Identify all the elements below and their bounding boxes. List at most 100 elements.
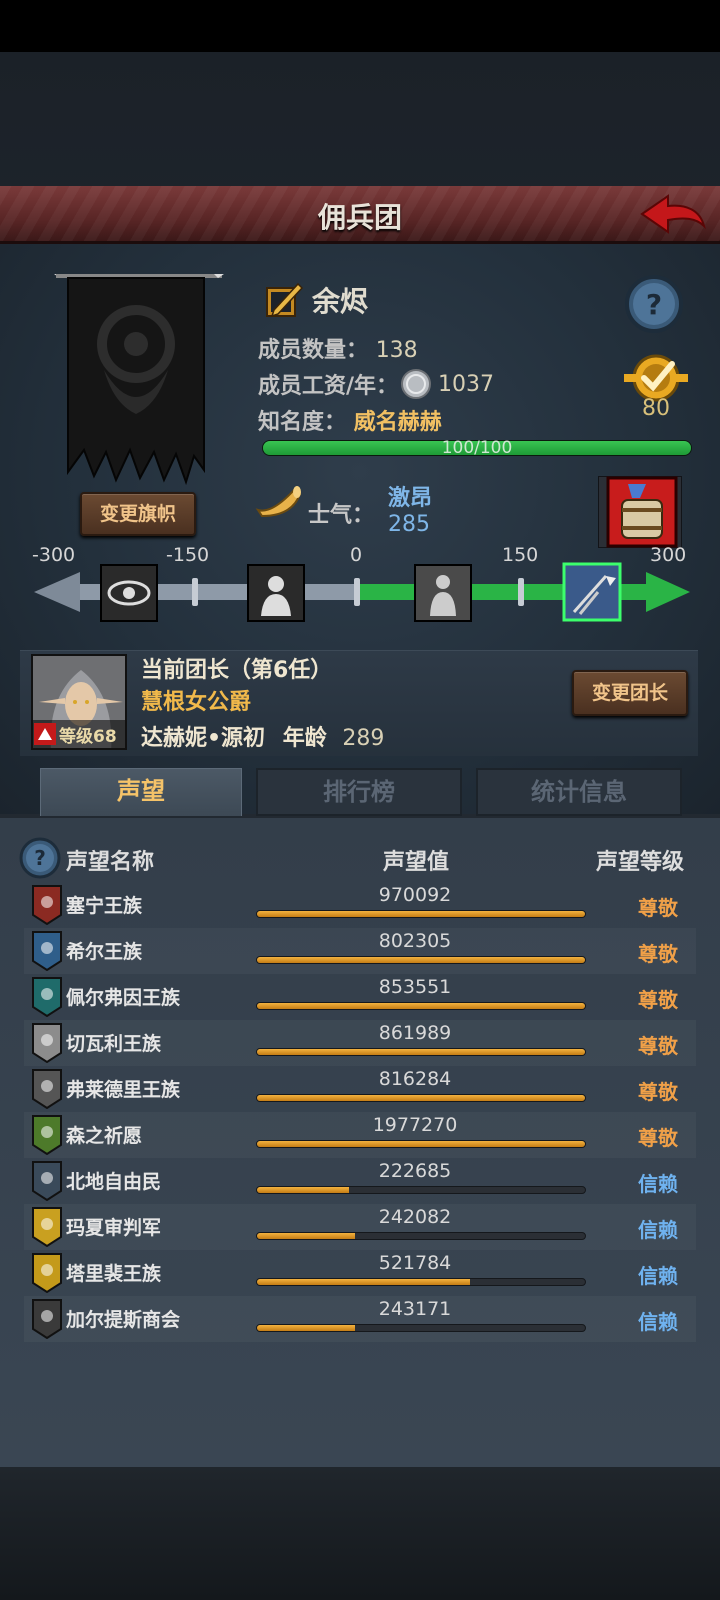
reputation-level: 信赖 bbox=[638, 1218, 678, 1242]
reputation-progress-fill bbox=[257, 1233, 356, 1239]
reputation-level: 尊敬 bbox=[638, 988, 678, 1012]
reputation-progress-fill bbox=[257, 1279, 471, 1285]
medal-value: 80 bbox=[642, 396, 670, 421]
class-icon bbox=[34, 723, 56, 745]
svg-text:?: ? bbox=[646, 288, 662, 321]
list-item[interactable]: 弗莱德里王族 816284 尊敬 bbox=[24, 1066, 696, 1112]
reputation-progress-bar bbox=[256, 1278, 586, 1286]
horn-icon bbox=[255, 486, 302, 518]
fame-line: 知名度： 威名赫赫 bbox=[258, 404, 442, 436]
morale-label: 士气： bbox=[308, 503, 375, 528]
help-icon[interactable]: ? bbox=[624, 274, 684, 334]
reputation-level: 信赖 bbox=[638, 1264, 678, 1288]
reputation-level: 信赖 bbox=[638, 1310, 678, 1334]
status-bar-area bbox=[0, 0, 720, 52]
faction-emblem-icon bbox=[32, 1023, 62, 1063]
fame-progress-text: 100/100 bbox=[441, 438, 513, 458]
faction-name: 塞宁王族 bbox=[66, 895, 143, 917]
scale-label-min: -300 bbox=[32, 544, 76, 566]
reputation-value: 1977270 bbox=[372, 1114, 458, 1136]
reputation-progress-bar bbox=[256, 1232, 586, 1240]
morale-eye-icon bbox=[100, 564, 158, 622]
reputation-help-icon[interactable]: ? bbox=[18, 836, 62, 880]
wine-barrel-icon[interactable] bbox=[606, 476, 678, 548]
faction-name: 玛夏审判军 bbox=[66, 1217, 162, 1239]
change-flag-button[interactable]: 变更旗帜 bbox=[80, 492, 196, 536]
leader-name-line: 达赫妮•源初 年龄 289 bbox=[141, 720, 384, 752]
col-header-name: 声望名称 bbox=[66, 850, 155, 875]
reputation-progress-bar bbox=[256, 1324, 586, 1332]
leader-title: 当前团长（第6任） bbox=[141, 658, 333, 683]
reputation-level: 尊敬 bbox=[638, 1126, 678, 1150]
morale-scale: -300 -150 0 150 300 bbox=[0, 544, 720, 626]
reputation-value: 802305 bbox=[378, 930, 452, 952]
list-item[interactable]: 切瓦利王族 861989 尊敬 bbox=[24, 1020, 696, 1066]
change-leader-button[interactable]: 变更团长 bbox=[572, 670, 688, 716]
tab-statistics[interactable]: 统计信息 bbox=[476, 768, 682, 816]
scale-label-150: 150 bbox=[502, 544, 539, 566]
guild-banner-flag bbox=[54, 274, 224, 486]
scale-label-zero: 0 bbox=[350, 544, 363, 566]
guild-name: 余烬 bbox=[312, 285, 369, 318]
faction-name: 塔里裴王族 bbox=[66, 1263, 162, 1285]
rename-icon[interactable] bbox=[264, 280, 304, 320]
reputation-value: 222685 bbox=[378, 1160, 452, 1182]
faction-name: 森之祈愿 bbox=[66, 1125, 143, 1147]
faction-name: 佩尔弗因王族 bbox=[66, 987, 181, 1009]
svg-text:?: ? bbox=[34, 846, 46, 870]
faction-emblem-icon bbox=[32, 1115, 62, 1155]
faction-name: 弗莱德里王族 bbox=[66, 1079, 181, 1101]
leader-level: 等级68 bbox=[59, 726, 117, 747]
list-item[interactable]: 加尔提斯商会 243171 信赖 bbox=[24, 1296, 696, 1342]
silver-coin-icon bbox=[401, 369, 432, 399]
reputation-value: 861989 bbox=[378, 1022, 452, 1044]
faction-emblem-icon bbox=[32, 977, 62, 1017]
reputation-progress-fill bbox=[257, 1049, 585, 1055]
faction-emblem-icon bbox=[32, 1207, 62, 1247]
list-item[interactable]: 佩尔弗因王族 853551 尊敬 bbox=[24, 974, 696, 1020]
faction-emblem-icon bbox=[32, 1253, 62, 1293]
reputation-progress-fill bbox=[257, 1325, 356, 1331]
reputation-value: 816284 bbox=[378, 1068, 452, 1090]
col-header-level: 声望等级 bbox=[596, 850, 685, 875]
morale-state: 激昂 bbox=[388, 486, 433, 511]
list-item[interactable]: 玛夏审判军 242082 信赖 bbox=[24, 1204, 696, 1250]
reputation-progress-fill bbox=[257, 957, 585, 963]
col-header-value: 声望值 bbox=[383, 850, 450, 875]
bottom-area bbox=[0, 1467, 720, 1600]
reputation-progress-bar bbox=[256, 1002, 586, 1010]
scale-label-max: 300 bbox=[650, 544, 687, 566]
leader-age-label: 年龄 bbox=[282, 726, 327, 751]
reputation-progress-bar bbox=[256, 910, 586, 918]
reputation-progress-fill bbox=[257, 1141, 585, 1147]
reputation-level: 尊敬 bbox=[638, 1080, 678, 1104]
reputation-level: 信赖 bbox=[638, 1172, 678, 1196]
faction-emblem-icon bbox=[32, 1299, 62, 1339]
reputation-progress-fill bbox=[257, 911, 585, 917]
reputation-progress-bar bbox=[256, 1186, 586, 1194]
leader-level-badge: 等级68 bbox=[33, 720, 125, 748]
wage-value: 1037 bbox=[438, 371, 495, 397]
title-banner: 佣兵团 bbox=[0, 186, 720, 244]
morale-calm-icon bbox=[414, 564, 472, 622]
reputation-value: 243171 bbox=[378, 1298, 452, 1320]
reputation-level: 尊敬 bbox=[638, 896, 678, 920]
tab-reputation[interactable]: 声望 bbox=[40, 768, 242, 816]
reputation-level: 尊敬 bbox=[638, 942, 678, 966]
leader-rank: 慧根女公爵 bbox=[141, 690, 252, 715]
back-arrow-icon[interactable] bbox=[638, 190, 708, 240]
list-item[interactable]: 塔里裴王族 521784 信赖 bbox=[24, 1250, 696, 1296]
guild-name-row: 余烬 bbox=[264, 280, 368, 320]
reputation-level: 尊敬 bbox=[638, 1034, 678, 1058]
faction-name: 北地自由民 bbox=[66, 1171, 162, 1193]
list-item[interactable]: 北地自由民 222685 信赖 bbox=[24, 1158, 696, 1204]
list-item[interactable]: 希尔王族 802305 尊敬 bbox=[24, 928, 696, 974]
reputation-progress-fill bbox=[257, 1187, 349, 1193]
faction-emblem-icon bbox=[32, 931, 62, 971]
members-value: 138 bbox=[375, 338, 418, 363]
list-item[interactable]: 森之祈愿 1977270 尊敬 bbox=[24, 1112, 696, 1158]
list-item[interactable]: 塞宁王族 970092 尊敬 bbox=[24, 882, 696, 928]
morale-value: 285 bbox=[388, 512, 430, 537]
tab-leaderboard[interactable]: 排行榜 bbox=[256, 768, 462, 816]
reputation-progress-bar bbox=[256, 956, 586, 964]
